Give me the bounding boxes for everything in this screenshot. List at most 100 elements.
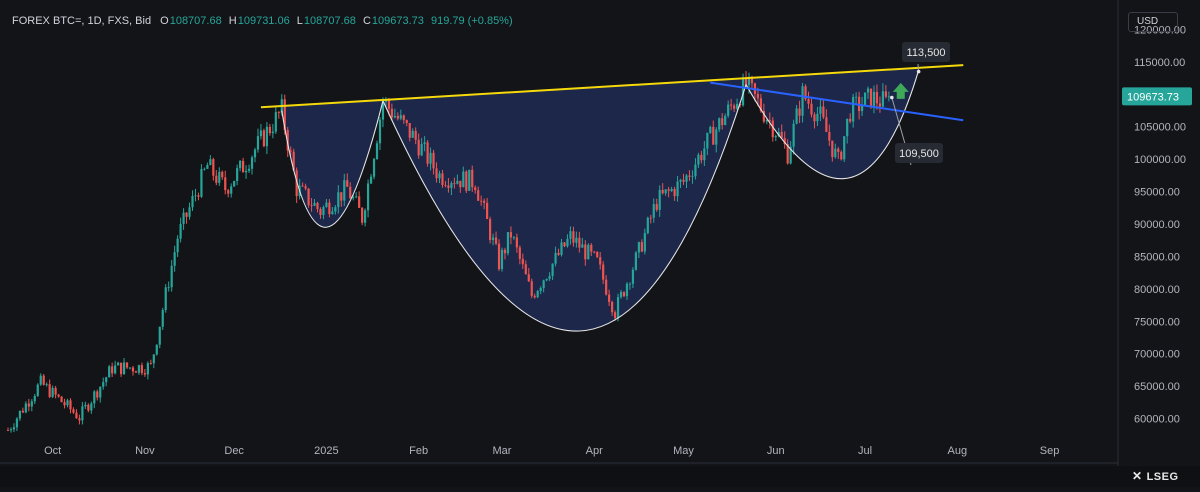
candle-body — [733, 105, 736, 109]
candle-body — [188, 207, 191, 217]
candle-body — [872, 91, 876, 108]
candle-body — [262, 130, 266, 147]
candle-body — [688, 175, 691, 177]
candle-body — [369, 176, 373, 184]
high-value: 109731.06 — [237, 15, 290, 27]
low-label: L — [296, 15, 303, 27]
candle-body — [197, 195, 200, 197]
y-tick-label: 65000.00 — [1134, 381, 1180, 393]
candle-body — [664, 189, 667, 194]
candle-body — [768, 119, 771, 121]
candle-body — [792, 123, 795, 147]
candle-body — [378, 119, 382, 144]
candle-body — [221, 171, 224, 178]
candle-body — [167, 287, 170, 289]
candle-body — [233, 180, 236, 187]
chart-canvas[interactable]: 60000.00 65000.00 70000.00 75000.00 80000.00… — [0, 0, 1200, 487]
candle-body — [224, 177, 227, 191]
candle-body — [236, 168, 239, 181]
candle-body — [414, 130, 417, 140]
candle-body — [328, 202, 331, 215]
candle-body — [801, 86, 804, 116]
candle-body — [405, 120, 408, 123]
candle-body — [352, 197, 355, 199]
candle-body — [349, 186, 352, 199]
candle-body — [828, 131, 831, 141]
candle-body — [411, 130, 414, 138]
candle-body — [611, 301, 614, 313]
candle-body — [253, 149, 257, 158]
brand-label: LSEG — [1146, 471, 1179, 483]
candle-body — [706, 132, 709, 149]
candle-body — [631, 269, 635, 284]
candle-body — [566, 238, 569, 247]
candle-body — [387, 100, 391, 109]
y-tick-label: 60000.00 — [1134, 414, 1180, 426]
candle-body — [795, 108, 798, 124]
candle-body — [551, 263, 554, 277]
candle-body — [444, 184, 447, 186]
candle-body — [12, 427, 16, 430]
candle-body — [557, 252, 560, 255]
candle-body — [881, 91, 885, 107]
candle-body — [72, 409, 75, 413]
candle-body — [807, 99, 810, 104]
candle-body — [42, 375, 45, 385]
candle-body — [506, 232, 510, 254]
candle-body — [465, 171, 468, 191]
candle-body — [652, 204, 655, 218]
candle-body — [122, 362, 126, 375]
candle-body — [634, 252, 638, 270]
candle-body — [694, 164, 697, 177]
candle-body — [128, 367, 132, 369]
candle-body — [60, 396, 63, 403]
candle-body — [721, 118, 724, 126]
candle-body — [661, 189, 664, 194]
candle-body — [119, 362, 123, 375]
candle-body — [63, 402, 66, 406]
neckline-callout-text: 109,500 — [899, 148, 939, 160]
candle-body — [111, 366, 114, 374]
candle-body — [619, 292, 623, 298]
candle-body — [649, 217, 652, 219]
candle-body — [161, 310, 164, 327]
candle-body — [215, 175, 218, 183]
candle-body — [599, 257, 602, 265]
candle-body — [840, 151, 843, 160]
candle-body — [509, 232, 513, 238]
chart[interactable]: 60000.00 65000.00 70000.00 75000.00 80000.00… — [0, 0, 1200, 487]
candle-body — [24, 403, 27, 413]
candle-body — [468, 169, 471, 191]
candle-body — [447, 185, 450, 188]
candle-body — [372, 159, 376, 177]
candle-body — [813, 114, 816, 122]
candle-body — [480, 200, 483, 202]
candle-body — [587, 244, 590, 260]
candle-body — [361, 207, 364, 223]
candle-body — [628, 283, 632, 285]
candle-body — [212, 159, 215, 176]
candle-body — [21, 410, 24, 413]
candle-body — [277, 112, 280, 113]
candle-body — [239, 160, 242, 169]
candle-body — [256, 136, 260, 150]
high-label: H — [228, 15, 237, 27]
y-tick-label: 75000.00 — [1134, 316, 1180, 328]
candle-body — [875, 91, 879, 104]
candle-body — [99, 386, 102, 398]
candle-body — [593, 251, 596, 253]
candle-body — [134, 371, 138, 373]
candle-body — [673, 188, 676, 197]
candle-body — [456, 180, 459, 184]
candle-body — [69, 400, 72, 410]
candle-body — [182, 212, 185, 225]
candle-body — [310, 205, 313, 206]
footer-bar — [0, 466, 1200, 487]
candle-body — [209, 159, 212, 166]
candle-body — [500, 249, 504, 270]
currency-button[interactable]: USD — [1128, 12, 1178, 32]
candle-body — [613, 312, 617, 319]
candle-body — [459, 180, 462, 188]
close-value: 109673.73 — [371, 15, 424, 27]
candle-body — [724, 115, 727, 126]
